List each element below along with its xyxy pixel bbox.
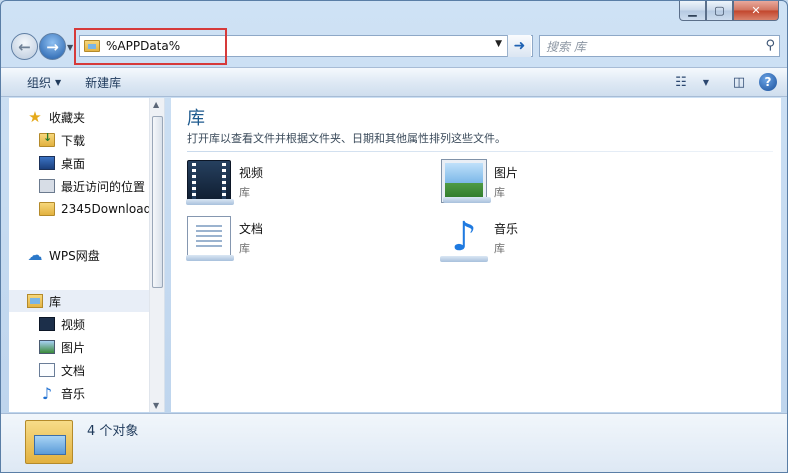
go-button[interactable]: ➜ — [507, 35, 531, 57]
minimize-button[interactable]: ▁ — [679, 1, 706, 21]
arrow-right-icon: → — [46, 37, 59, 56]
sidebar-item-label: 图片 — [61, 340, 86, 355]
view-options-chevron-icon[interactable]: ▼ — [701, 72, 711, 92]
desktop-icon — [39, 156, 55, 170]
sidebar-item-label: 视频 — [61, 317, 86, 332]
recent-places-icon — [39, 179, 55, 193]
folder-icon — [39, 202, 55, 216]
sidebar-item-wps-cloud[interactable]: ☁ WPS网盘 — [27, 244, 100, 266]
sidebar-item-documents[interactable]: 文档 — [39, 359, 85, 381]
preview-pane-icon[interactable]: ◫ — [729, 72, 749, 92]
new-library-button[interactable]: 新建库 — [73, 74, 133, 91]
sidebar-item-downloads[interactable]: 下载 — [39, 129, 85, 151]
library-tile-videos[interactable]: 视频 库 — [186, 160, 407, 208]
sidebar-item-libraries[interactable]: 库 — [9, 290, 150, 312]
music-note-icon: ♪ — [41, 383, 53, 403]
sidebar-item-videos[interactable]: 视频 — [39, 313, 85, 335]
library-tile-music[interactable]: ♪ 音乐 库 — [440, 214, 662, 264]
sidebar-item-label: WPS网盘 — [49, 248, 100, 263]
details-pane: 4 个对象 — [1, 413, 787, 472]
command-bar: 组织 ▼ 新建库 ☷ ▼ ◫ ? — [1, 67, 787, 97]
organize-label: 组织 — [27, 75, 52, 90]
organize-menu[interactable]: 组织 ▼ — [1, 74, 73, 91]
sidebar-item-desktop[interactable]: 桌面 — [39, 152, 85, 174]
content-pane: 库 打开库以查看文件并根据文件夹、日期和其他属性排列这些文件。 视频 库 图片 … — [171, 98, 781, 412]
scroll-up-icon[interactable]: ▲ — [153, 100, 159, 109]
sidebar-item-music[interactable]: ♪ 音乐 — [39, 382, 85, 404]
library-type: 库 — [239, 186, 250, 199]
pictures-library-icon — [441, 159, 491, 203]
page-title: 库 — [187, 108, 205, 129]
sidebar-item-label: 下载 — [61, 133, 86, 148]
libraries-icon — [27, 294, 43, 308]
library-tile-pictures[interactable]: 图片 库 — [441, 159, 662, 208]
library-name: 图片 — [494, 166, 519, 180]
caption-buttons: ▁ ▢ ✕ — [679, 1, 779, 21]
sidebar-item-label: 2345Downloads — [61, 202, 158, 216]
help-icon[interactable]: ? — [759, 73, 777, 91]
sidebar-item-pictures[interactable]: 图片 — [39, 336, 85, 358]
new-library-label: 新建库 — [85, 75, 122, 90]
library-tile-documents[interactable]: 文档 库 — [186, 216, 407, 264]
search-box[interactable]: 搜索 库 ⚲ — [539, 35, 780, 57]
address-dropdown-icon[interactable]: ▼ — [495, 39, 502, 49]
library-name: 视频 — [239, 166, 264, 180]
forward-button[interactable]: → — [39, 33, 66, 60]
downloads-folder-icon — [39, 131, 55, 147]
chevron-down-icon: ▼ — [55, 77, 62, 87]
library-name: 文档 — [239, 222, 264, 236]
video-icon — [39, 317, 55, 331]
page-description: 打开库以查看文件并根据文件夹、日期和其他属性排列这些文件。 — [187, 132, 506, 145]
view-controls: ☷ ▼ ◫ ? — [671, 72, 777, 92]
recent-pages-dropdown[interactable]: ▼ — [67, 43, 73, 52]
scroll-down-icon[interactable]: ▼ — [153, 401, 159, 410]
item-count: 4 个对象 — [87, 424, 139, 439]
documents-library-icon — [186, 216, 234, 261]
arrow-left-icon: ← — [18, 37, 31, 56]
libraries-folder-icon — [25, 420, 73, 464]
divider — [187, 151, 773, 152]
sidebar-item-label: 桌面 — [61, 156, 86, 171]
change-view-icon[interactable]: ☷ — [671, 72, 691, 92]
explorer-window: ▁ ▢ ✕ ← → ▼ %APPData% ▼ ➜ 搜索 库 ⚲ 组织 ▼ 新建… — [0, 0, 788, 473]
sidebar-item-label: 文档 — [61, 363, 86, 378]
back-button[interactable]: ← — [11, 33, 38, 60]
library-type: 库 — [494, 242, 505, 255]
star-icon: ★ — [28, 108, 42, 126]
library-type: 库 — [239, 242, 250, 255]
navigation-pane: ★ 收藏夹 下载 桌面 最近访问的位置 2345Downloads ☁ WPS网… — [9, 98, 165, 412]
sidebar-item-label: 最近访问的位置 — [61, 179, 146, 194]
highlight-annotation — [74, 28, 227, 65]
library-type: 库 — [494, 186, 505, 199]
close-button[interactable]: ✕ — [733, 1, 779, 21]
sidebar-item-label: 库 — [49, 294, 62, 309]
search-input[interactable]: 搜索 库 — [546, 38, 586, 55]
library-name: 音乐 — [494, 222, 519, 236]
sidebar-item-favorites[interactable]: ★ 收藏夹 — [27, 106, 85, 128]
cloud-icon: ☁ — [27, 246, 43, 264]
sidebar-item-recent-places[interactable]: 最近访问的位置 — [39, 175, 145, 197]
picture-icon — [39, 340, 55, 354]
music-library-icon: ♪ — [440, 214, 488, 262]
video-library-icon — [186, 160, 234, 205]
document-icon — [39, 363, 55, 377]
search-icon[interactable]: ⚲ — [765, 38, 775, 53]
navigation-scrollbar[interactable]: ▲ ▼ — [149, 98, 164, 412]
scrollbar-thumb[interactable] — [152, 116, 163, 288]
sidebar-item-2345downloads[interactable]: 2345Downloads — [39, 198, 157, 220]
sidebar-item-label: 收藏夹 — [49, 110, 86, 125]
sidebar-item-label: 音乐 — [61, 386, 86, 401]
maximize-button[interactable]: ▢ — [706, 1, 733, 21]
